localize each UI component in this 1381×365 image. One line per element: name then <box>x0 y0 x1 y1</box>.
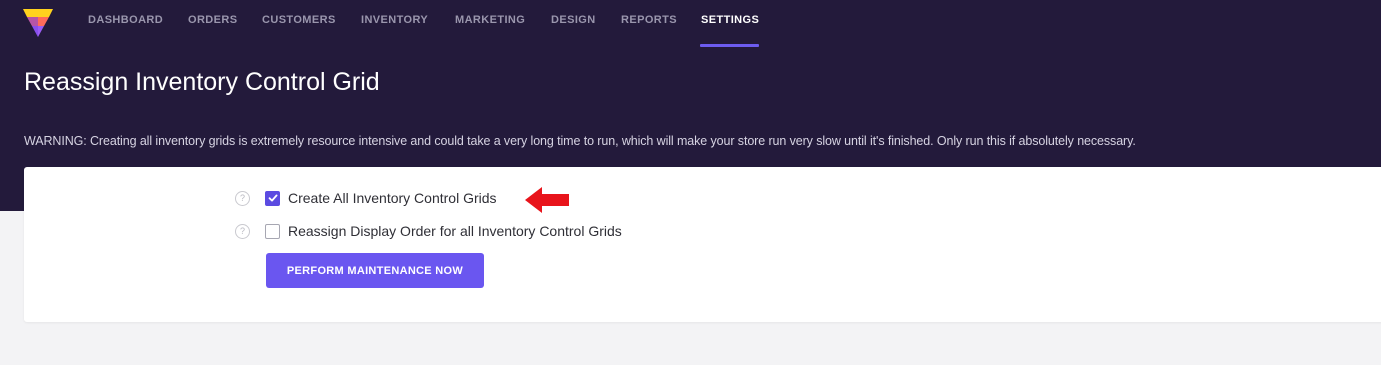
option-row-reassign-order: ? Reassign Display Order for all Invento… <box>235 221 622 241</box>
active-tab-indicator <box>700 44 759 47</box>
nav-item-design[interactable]: DESIGN <box>551 14 596 26</box>
nav-item-dashboard[interactable]: DASHBOARD <box>88 14 163 26</box>
perform-maintenance-button[interactable]: PERFORM MAINTENANCE NOW <box>266 253 484 288</box>
reassign-order-label[interactable]: Reassign Display Order for all Inventory… <box>288 223 622 239</box>
page-title: Reassign Inventory Control Grid <box>24 68 380 96</box>
nav-item-marketing[interactable]: MARKETING <box>455 14 525 26</box>
top-nav: DASHBOARD ORDERS CUSTOMERS INVENTORY MAR… <box>0 0 1381 50</box>
nav-item-orders[interactable]: ORDERS <box>188 14 237 26</box>
help-icon[interactable]: ? <box>235 223 250 239</box>
warning-message: WARNING: Creating all inventory grids is… <box>24 134 1136 148</box>
check-icon <box>268 194 278 202</box>
nav-item-reports[interactable]: REPORTS <box>621 14 677 26</box>
nav-item-settings[interactable]: SETTINGS <box>701 14 759 26</box>
arrow-left-icon <box>525 187 569 213</box>
nav-item-customers[interactable]: CUSTOMERS <box>262 14 336 26</box>
create-grids-checkbox[interactable] <box>265 190 280 206</box>
nav-item-inventory[interactable]: INVENTORY <box>361 14 428 26</box>
maintenance-card: ? Create All Inventory Control Grids ? R… <box>24 167 1381 322</box>
create-grids-label[interactable]: Create All Inventory Control Grids <box>288 190 497 206</box>
reassign-order-checkbox[interactable] <box>265 223 280 239</box>
brand-logo-icon[interactable] <box>22 5 54 37</box>
help-icon[interactable]: ? <box>235 190 250 206</box>
option-row-create-grids: ? Create All Inventory Control Grids <box>235 188 497 208</box>
